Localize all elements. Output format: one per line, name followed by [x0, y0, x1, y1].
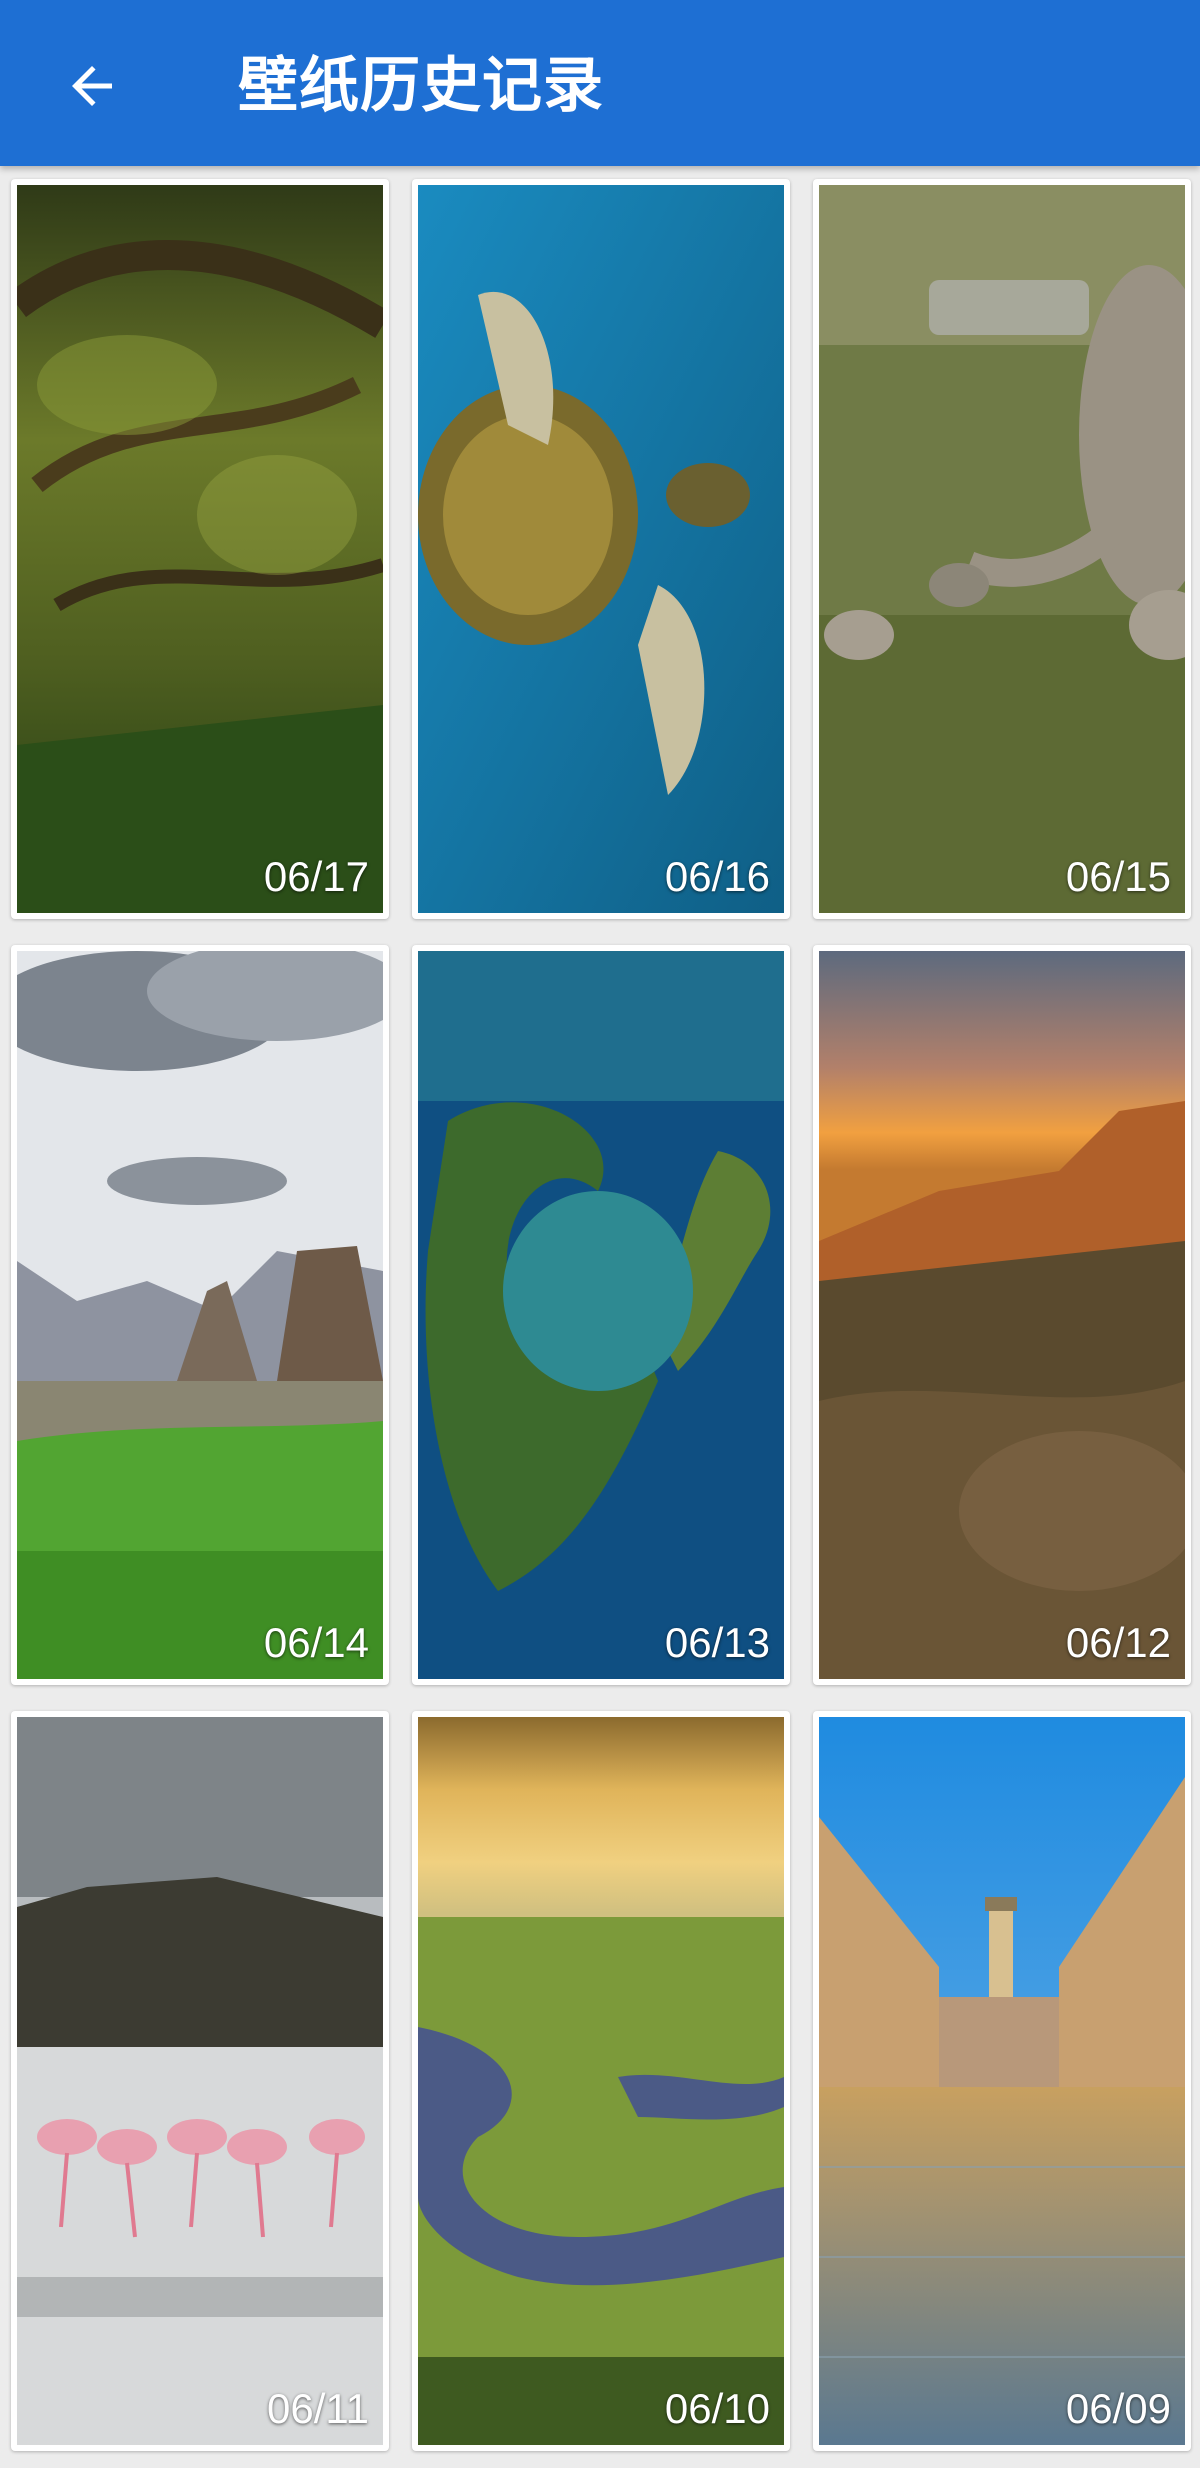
back-button[interactable] — [44, 38, 140, 134]
wallpaper-date: 06/14 — [263, 1619, 369, 1666]
wallpaper-date: 06/17 — [263, 853, 369, 900]
wallpaper-thumbnail-wetland-river — [418, 1717, 784, 2445]
wallpaper-card-0609[interactable]: 06/09 — [813, 1711, 1191, 2451]
wallpaper-thumbnail-mountain-meadow — [17, 951, 383, 1679]
wallpaper-card-0612[interactable]: 06/12 — [813, 945, 1191, 1685]
wallpaper-date: 06/10 — [664, 2385, 770, 2432]
wallpaper-thumbnail-canyon-sunset — [819, 951, 1185, 1679]
wallpaper-thumbnail-flamingos — [17, 1717, 383, 2445]
wallpaper-date: 06/15 — [1065, 853, 1171, 900]
wallpaper-card-0615[interactable]: 06/15 — [813, 179, 1191, 919]
wallpaper-card-0613[interactable]: 06/13 — [412, 945, 790, 1685]
wallpaper-thumbnail-sea-turtle — [418, 185, 784, 913]
wallpaper-card-0610[interactable]: 06/10 — [412, 1711, 790, 2451]
wallpaper-thumbnail-rheas — [819, 185, 1185, 913]
wallpaper-card-0611[interactable]: 06/11 — [11, 1711, 389, 2451]
wallpaper-thumbnail-old-town-street — [819, 1717, 1185, 2445]
wallpaper-thumbnail-volcanic-islet — [418, 951, 784, 1679]
page-title: 壁纸历史记录 — [238, 51, 604, 121]
wallpaper-date: 06/12 — [1065, 1619, 1171, 1666]
wallpaper-thumbnail-forest — [17, 185, 383, 913]
wallpaper-card-0616[interactable]: 06/16 — [412, 179, 790, 919]
wallpaper-card-0614[interactable]: 06/14 — [11, 945, 389, 1685]
wallpaper-date: 06/16 — [664, 853, 770, 900]
arrow-back-icon — [72, 66, 112, 106]
wallpaper-date: 06/09 — [1065, 2385, 1171, 2432]
wallpaper-date: 06/11 — [267, 2385, 369, 2432]
app-bar: 壁纸历史记录 — [0, 0, 1200, 166]
wallpaper-card-0617[interactable]: 06/17 — [11, 179, 389, 919]
wallpaper-date: 06/13 — [664, 1619, 770, 1666]
